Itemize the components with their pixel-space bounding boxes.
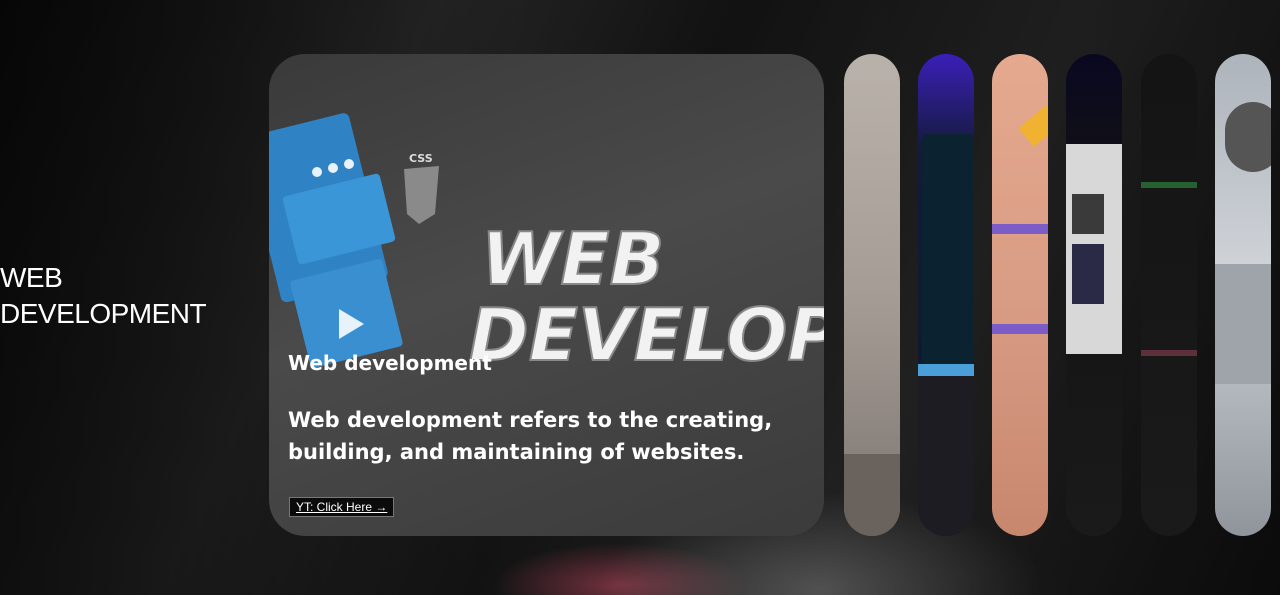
code-line-icon [1141, 182, 1197, 188]
section-title: WEB DEVELOPMENT [0, 260, 207, 332]
laptop-screen-icon [922, 134, 974, 364]
featured-card: CSS WEB DEVELOP Web development Web deve… [269, 54, 824, 536]
3d-shape-icon [1018, 105, 1048, 147]
code-line-icon-2 [1141, 350, 1197, 356]
youtube-link[interactable]: YT: Click Here → [289, 497, 395, 517]
image-text-develop: DEVELOP [469, 293, 824, 377]
laptop-keyboard-icon [918, 376, 974, 536]
monitor-content-icon-2 [1072, 244, 1104, 304]
css-badge-label: CSS [409, 152, 433, 165]
card-description: Web development refers to the creating, … [288, 408, 773, 464]
thumb-beige[interactable] [844, 54, 900, 536]
thumb-monitor[interactable] [1066, 54, 1122, 536]
card-heading: Web development [288, 351, 492, 375]
camera-lens-icon [1225, 102, 1271, 172]
3d-tube-icon [992, 224, 1048, 234]
thumb-pink-3d[interactable] [992, 54, 1048, 536]
thumb-laptop[interactable] [918, 54, 974, 536]
thumb-camera[interactable] [1215, 54, 1271, 536]
3d-tube-icon-2 [992, 324, 1048, 334]
laptop-dock-icon [918, 364, 974, 376]
image-text-web: WEB [481, 217, 664, 301]
section-title-line2: DEVELOPMENT [0, 298, 207, 329]
section-title-line1: WEB [0, 262, 63, 293]
camera-body-icon [1215, 264, 1271, 384]
thumb-beige-floor [844, 454, 900, 536]
monitor-content-icon [1072, 194, 1104, 234]
thumb-dark-code[interactable] [1141, 54, 1197, 536]
